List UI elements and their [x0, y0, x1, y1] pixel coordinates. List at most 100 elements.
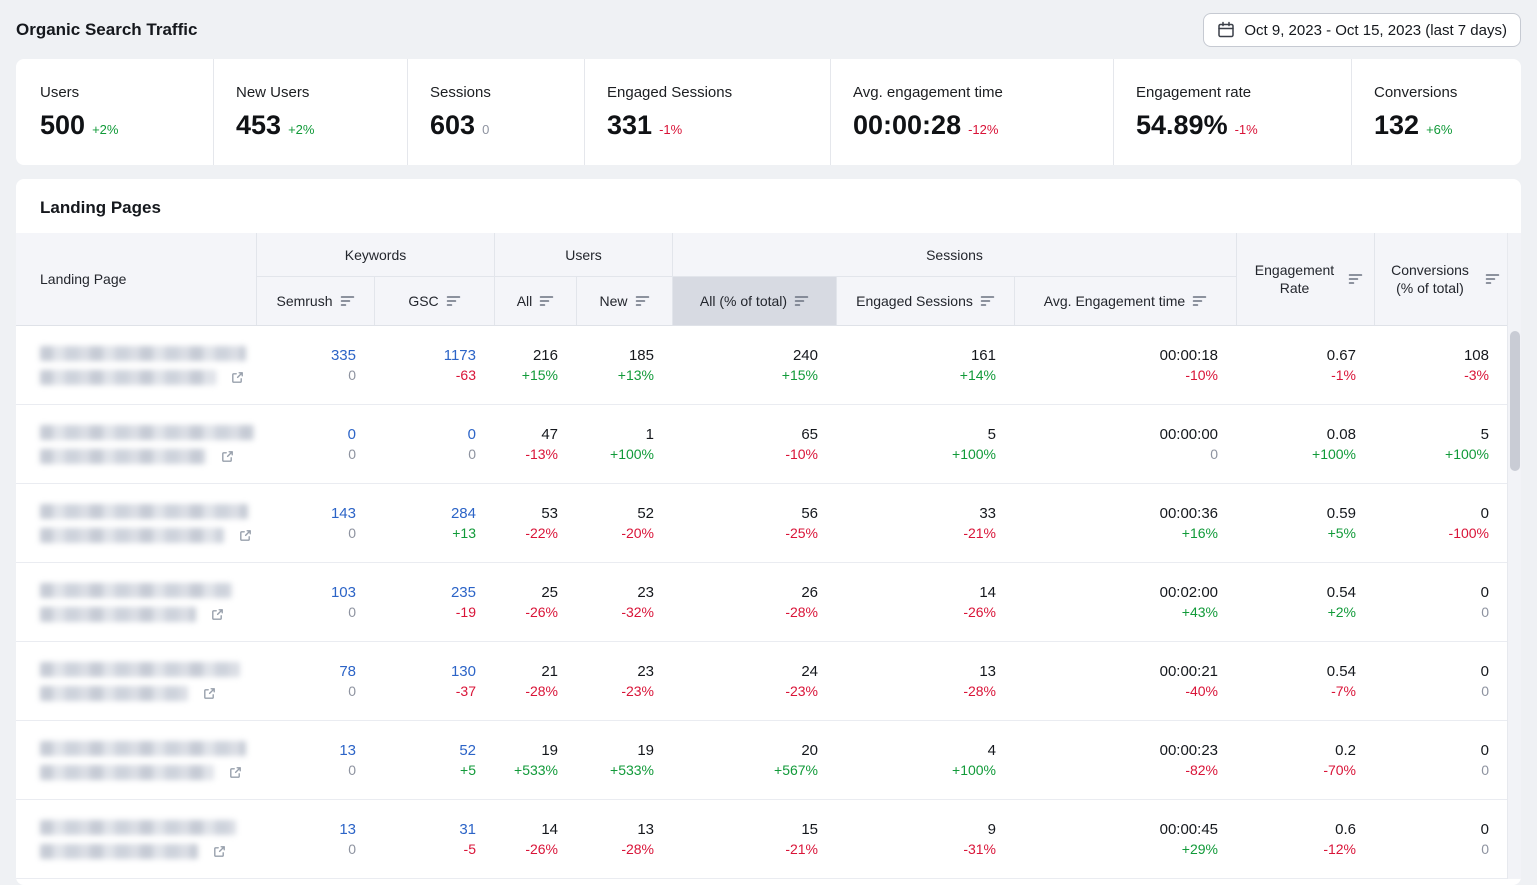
cell-semrush: 130 [256, 721, 374, 799]
stat-new-users: New Users 453 +2% [214, 59, 408, 165]
column-header-sessions-all[interactable]: All (% of total) [672, 277, 836, 325]
redacted-landing-page-text [40, 346, 246, 361]
cell-value: 1 [646, 426, 654, 443]
stat-label: Engaged Sessions [607, 84, 830, 101]
stat-label: Engagement rate [1136, 84, 1351, 101]
semrush-value-link[interactable]: 13 [339, 821, 356, 838]
stat-engaged-sessions: Engaged Sessions 331 -1% [585, 59, 831, 165]
redacted-landing-page-text [40, 583, 232, 598]
table-scrollbar-thumb[interactable] [1510, 331, 1520, 471]
cell-users-all: 25-26% [494, 563, 576, 641]
external-link-icon[interactable] [238, 528, 253, 543]
column-header-label: New [599, 293, 627, 309]
external-link-icon[interactable] [220, 449, 235, 464]
external-link-icon[interactable] [228, 765, 243, 780]
external-link-icon[interactable] [210, 607, 225, 622]
cell-value: 53 [541, 505, 558, 522]
cell-users-all: 216+15% [494, 326, 576, 404]
semrush-value-link[interactable]: 103 [331, 584, 356, 601]
cell-value: 00:00:18 [1160, 347, 1218, 364]
cell-delta: 0 [348, 683, 356, 699]
cell-users-all: 53-22% [494, 484, 576, 562]
cell-sessions-all: 26-28% [672, 563, 836, 641]
cell-delta: +2% [1328, 604, 1356, 620]
cell-semrush: 1430 [256, 484, 374, 562]
stat-label: New Users [236, 84, 407, 101]
cell-users-new: 185+13% [576, 326, 672, 404]
semrush-value-link[interactable]: 78 [339, 663, 356, 680]
table-row: 1030235-1925-26%23-32%26-28%14-26%00:02:… [16, 563, 1507, 642]
landing-pages-card: Landing Pages Landing Page Keywords User… [16, 179, 1521, 885]
external-link-icon[interactable] [230, 370, 245, 385]
external-link-icon[interactable] [202, 686, 217, 701]
column-header-users-new[interactable]: New [576, 277, 672, 325]
cell-conversions: 00 [1374, 642, 1507, 720]
top-bar: Organic Search Traffic Oct 9, 2023 - Oct… [0, 0, 1537, 59]
stat-delta: 0 [482, 122, 489, 137]
cell-sessions-all: 240+15% [672, 326, 836, 404]
cell-value: 9 [988, 821, 996, 838]
gsc-value-link[interactable]: 284 [451, 505, 476, 522]
cell-delta: -100% [1449, 525, 1489, 541]
cell-avg-engagement-time: 00:00:36+16% [1014, 484, 1236, 562]
cell-delta: -32% [621, 604, 654, 620]
cell-delta: -23% [621, 683, 654, 699]
cell-users-new: 23-32% [576, 563, 672, 641]
stat-label: Users [40, 84, 213, 101]
cell-engaged-sessions: 13-28% [836, 642, 1014, 720]
column-header-conversions[interactable]: Conversions (% of total) [1374, 233, 1507, 325]
cell-value: 00:00:23 [1160, 742, 1218, 759]
cell-delta: -20% [621, 525, 654, 541]
landing-page-cell [16, 563, 256, 641]
cell-value: 15 [801, 821, 818, 838]
column-header-gsc[interactable]: GSC [374, 277, 494, 325]
column-header-users-all[interactable]: All [494, 277, 576, 325]
cell-delta: -26% [963, 604, 996, 620]
external-link-icon[interactable] [212, 844, 227, 859]
gsc-value-link[interactable]: 235 [451, 584, 476, 601]
stat-delta: -1% [1235, 122, 1258, 137]
cell-delta: 0 [348, 525, 356, 541]
column-header-label: Conversions (% of total) [1382, 261, 1478, 297]
cell-semrush: 3350 [256, 326, 374, 404]
column-header-semrush[interactable]: Semrush [256, 277, 374, 325]
gsc-value-link[interactable]: 31 [459, 821, 476, 838]
semrush-value-link[interactable]: 335 [331, 347, 356, 364]
cell-value: 0.54 [1327, 584, 1356, 601]
cell-value: 65 [801, 426, 818, 443]
cell-delta: -40% [1185, 683, 1218, 699]
gsc-value-link[interactable]: 52 [459, 742, 476, 759]
cell-users-all: 14-26% [494, 800, 576, 878]
gsc-value-link[interactable]: 130 [451, 663, 476, 680]
semrush-value-link[interactable]: 0 [348, 426, 356, 443]
cell-delta: 0 [468, 446, 476, 462]
semrush-value-link[interactable]: 143 [331, 505, 356, 522]
column-header-label: Semrush [276, 293, 332, 309]
cell-delta: -23% [785, 683, 818, 699]
gsc-value-link[interactable]: 1173 [444, 347, 476, 364]
gsc-value-link[interactable]: 0 [468, 426, 476, 443]
column-header-engagement-rate[interactable]: Engagement Rate [1236, 233, 1374, 325]
cell-value: 25 [541, 584, 558, 601]
cell-engagement-rate: 0.6-12% [1236, 800, 1374, 878]
cell-delta: 0 [348, 604, 356, 620]
cell-engaged-sessions: 33-21% [836, 484, 1014, 562]
cell-value: 24 [801, 663, 818, 680]
column-header-label: Engaged Sessions [856, 293, 973, 309]
cell-conversions: 00 [1374, 721, 1507, 799]
sort-icon [1348, 273, 1363, 285]
cell-delta: 0 [1481, 841, 1489, 857]
cell-sessions-all: 15-21% [672, 800, 836, 878]
table-scrollbar[interactable] [1507, 233, 1521, 879]
date-range-picker[interactable]: Oct 9, 2023 - Oct 15, 2023 (last 7 days) [1203, 13, 1521, 47]
cell-value: 00:00:21 [1160, 663, 1218, 680]
semrush-value-link[interactable]: 13 [339, 742, 356, 759]
cell-value: 0 [1481, 584, 1489, 601]
cell-value: 0.67 [1327, 347, 1356, 364]
cell-value: 13 [637, 821, 654, 838]
table-row: 13031-514-26%13-28%15-21%9-31%00:00:45+2… [16, 800, 1507, 879]
cell-semrush: 130 [256, 800, 374, 878]
cell-value: 00:00:45 [1160, 821, 1218, 838]
column-header-avg-engagement-time[interactable]: Avg. Engagement time [1014, 277, 1236, 325]
column-header-engaged-sessions[interactable]: Engaged Sessions [836, 277, 1014, 325]
